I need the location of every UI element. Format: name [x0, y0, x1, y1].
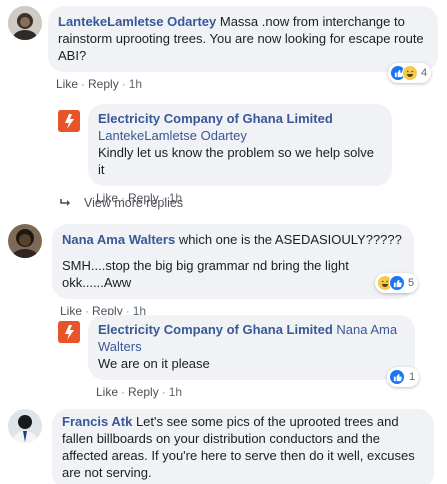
view-more-label: View more replies	[84, 196, 184, 210]
view-more-replies[interactable]: View more replies	[60, 196, 183, 210]
reply-actions: Like · Reply · 1h	[96, 385, 183, 399]
reply-text: Kindly let us know the problem so we hel…	[98, 145, 375, 177]
like-icon	[389, 369, 405, 385]
reply-time[interactable]: 1h	[169, 385, 182, 399]
haha-icon	[402, 65, 418, 81]
reply-arrow-icon	[60, 199, 70, 206]
like-icon	[389, 275, 405, 291]
ecg-logo[interactable]	[58, 110, 80, 132]
like-button[interactable]: Like	[96, 385, 118, 399]
reply-text: We are on it please	[98, 356, 210, 371]
comment-actions: Like · Reply · 1h	[56, 77, 143, 91]
reply-author[interactable]: Electricity Company of Ghana Limited	[98, 110, 382, 127]
comment-author[interactable]: Nana Ama Walters	[62, 232, 175, 247]
ecg-logo[interactable]	[58, 321, 80, 343]
comment-text: which one is the ASEDASIOULY?????	[178, 232, 402, 247]
reply-bubble: Electricity Company of Ghana Limited Lan…	[88, 104, 392, 186]
comment-bubble: Nana Ama Walters which one is the ASEDAS…	[52, 224, 414, 299]
comment-bubble: LantekeLamletse Odartey Massa .now from …	[48, 6, 438, 72]
comment-author[interactable]: LantekeLamletse Odartey	[58, 14, 216, 29]
reaction-summary[interactable]: 5	[375, 273, 419, 293]
comment-author[interactable]: Francis Atk	[62, 414, 132, 429]
reaction-summary[interactable]: 4	[388, 63, 432, 83]
reply-button[interactable]: Reply	[128, 385, 159, 399]
comment: Nana Ama Walters which one is the ASEDAS…	[8, 224, 414, 318]
reaction-count: 4	[421, 67, 428, 79]
avatar[interactable]	[8, 224, 42, 258]
reaction-summary[interactable]: 1	[387, 367, 420, 387]
comment-text-line2: SMH....stop the big big grammar nd bring…	[62, 258, 349, 290]
avatar[interactable]	[8, 6, 42, 40]
like-button[interactable]: Like	[56, 77, 78, 91]
reaction-count: 5	[408, 277, 415, 289]
comment-bubble: Francis Atk Let's see some pics of the u…	[52, 409, 434, 484]
comment: LantekeLamletse Odartey Massa .now from …	[8, 6, 438, 91]
avatar[interactable]	[8, 409, 42, 443]
comment: Francis Atk Let's see some pics of the u…	[8, 409, 434, 484]
reply: Electricity Company of Ghana Limited Nan…	[58, 315, 415, 399]
comment-time[interactable]: 1h	[129, 77, 142, 91]
reply-bubble: Electricity Company of Ghana Limited Nan…	[88, 315, 415, 380]
tagged-user[interactable]: LantekeLamletse Odartey	[98, 127, 382, 144]
reaction-count: 1	[409, 371, 416, 383]
reply: Electricity Company of Ghana Limited Lan…	[58, 104, 392, 205]
reply-author[interactable]: Electricity Company of Ghana Limited	[98, 322, 333, 337]
reply-button[interactable]: Reply	[88, 77, 119, 91]
